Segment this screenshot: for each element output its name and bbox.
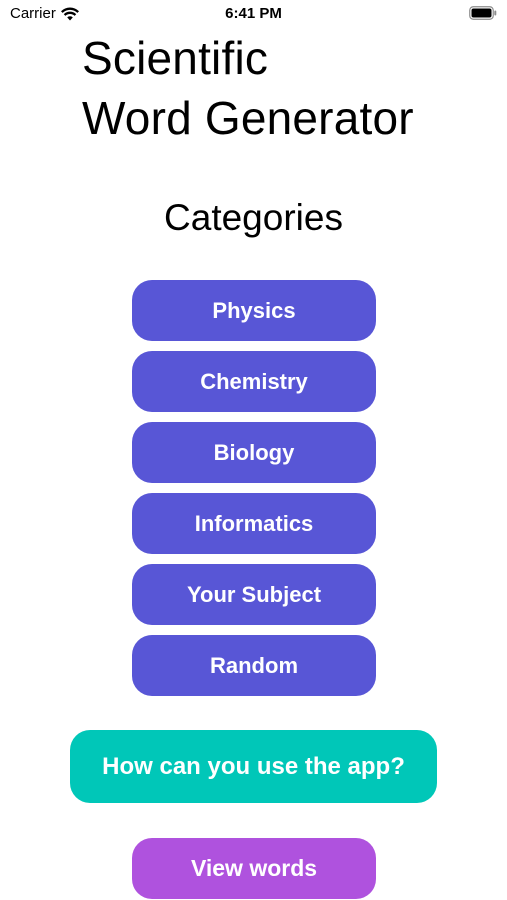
battery-full-icon — [469, 6, 497, 20]
app-title: Scientific Word Generator — [82, 28, 414, 148]
informatics-button[interactable]: Informatics — [132, 493, 376, 554]
categories-heading: Categories — [164, 197, 343, 238]
biology-button[interactable]: Biology — [132, 422, 376, 483]
random-button[interactable]: Random — [132, 635, 376, 696]
app-title-line-1: Scientific — [82, 32, 269, 84]
view-words-button[interactable]: View words — [132, 838, 376, 899]
status-bar: Carrier 6:41 PM — [0, 0, 507, 28]
your-subject-button[interactable]: Your Subject — [132, 564, 376, 625]
category-list: Physics Chemistry Biology Informatics Yo… — [132, 280, 376, 706]
physics-button[interactable]: Physics — [132, 280, 376, 341]
how-to-use-button[interactable]: How can you use the app? — [70, 730, 437, 803]
app-title-line-2: Word Generator — [82, 92, 414, 144]
chemistry-button[interactable]: Chemistry — [132, 351, 376, 412]
status-time: 6:41 PM — [225, 5, 282, 22]
